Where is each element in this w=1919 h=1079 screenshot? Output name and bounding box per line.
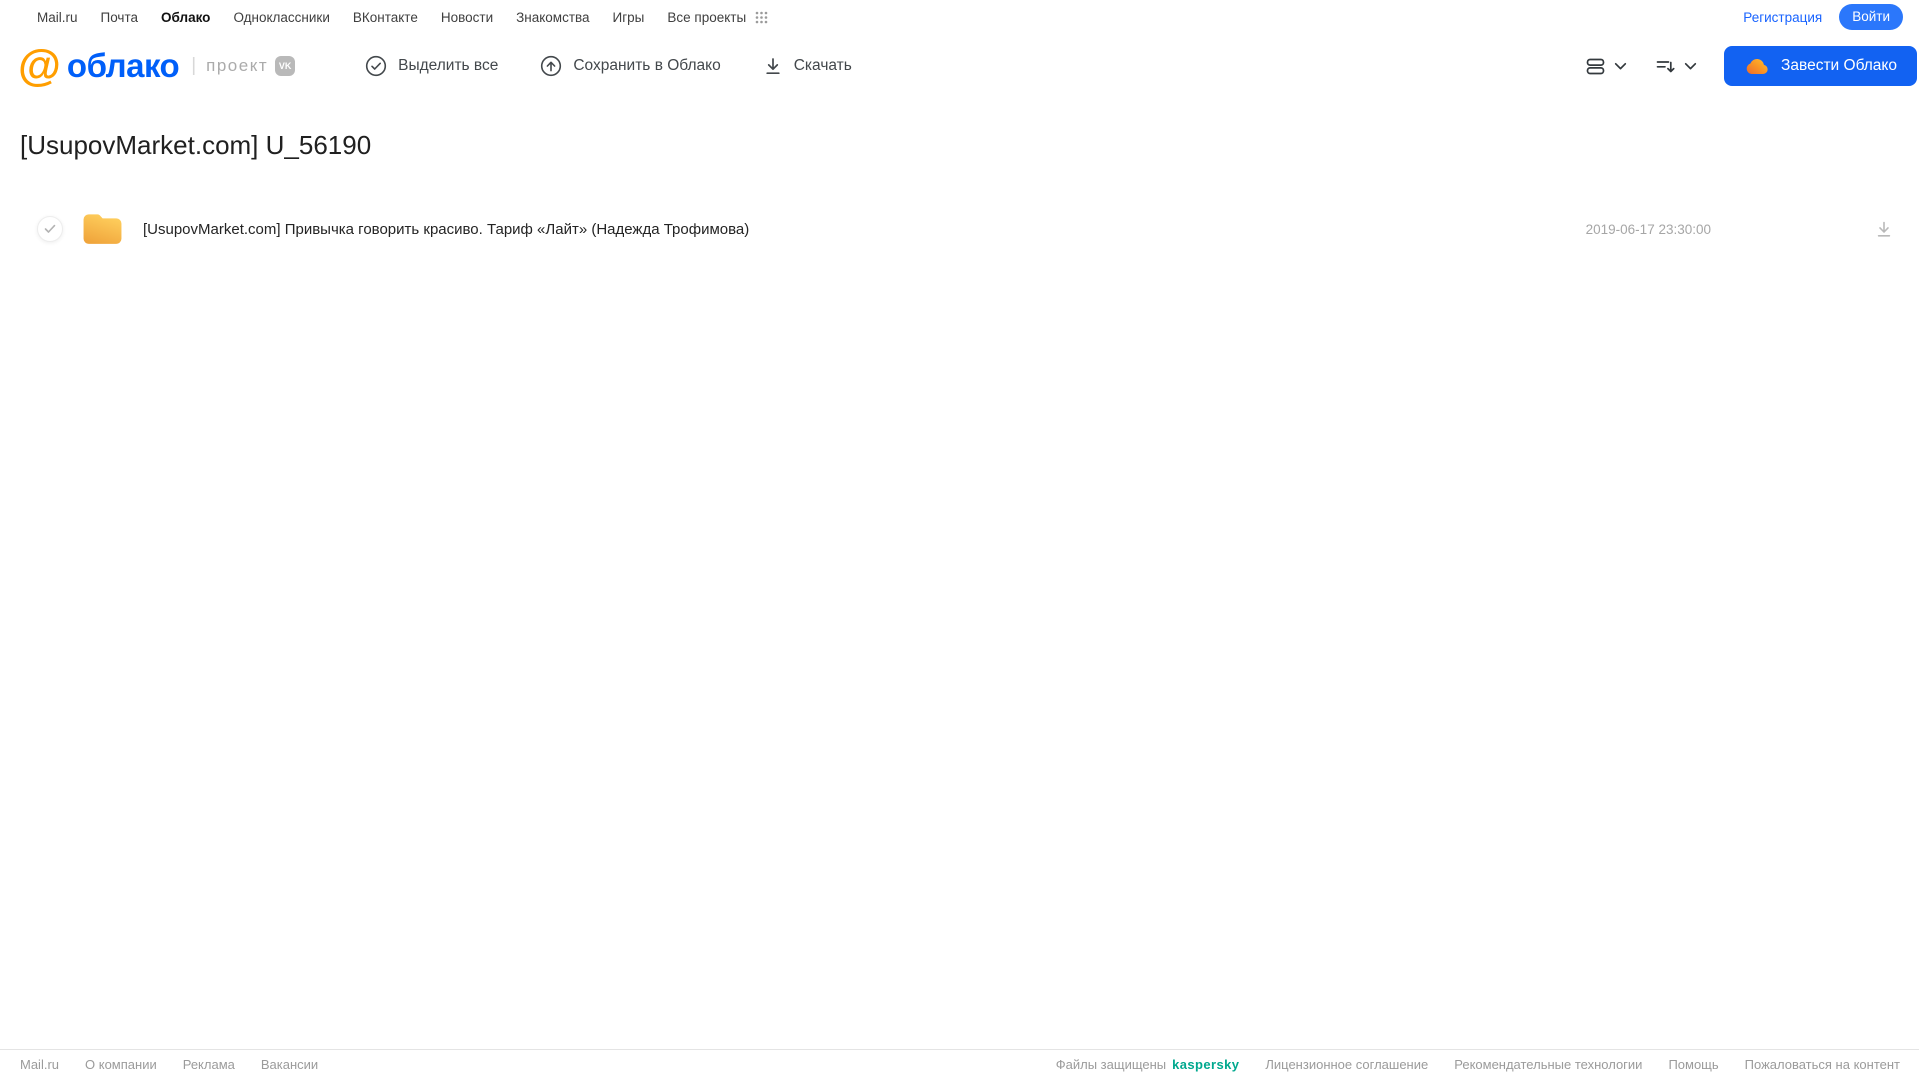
kaspersky-logo[interactable]: kaspersky (1172, 1057, 1239, 1072)
save-to-cloud-button[interactable]: Сохранить в Облако (540, 55, 721, 77)
get-cloud-button[interactable]: Завести Облако (1724, 46, 1917, 86)
rows-view-icon (1584, 55, 1607, 78)
apps-grid-icon[interactable] (755, 11, 768, 24)
sort-dropdown[interactable] (1654, 55, 1697, 78)
logo-text: облако (66, 47, 180, 84)
file-date: 2019-06-17 23:30:00 (1585, 221, 1711, 237)
topnav-links: Mail.ru Почта Облако Одноклассники ВКонт… (37, 10, 746, 25)
topnav-link-odnoklassniki[interactable]: Одноклассники (233, 10, 329, 25)
topnav-link-pochta[interactable]: Почта (101, 10, 139, 25)
topnav-link-vse-proekty[interactable]: Все проекты (667, 10, 746, 25)
sort-icon (1654, 55, 1677, 78)
footer-left-links: Mail.ru О компании Реклама Вакансии (20, 1057, 318, 1072)
download-label: Скачать (793, 57, 852, 74)
kaspersky-protection: Файлы защищены kaspersky (1056, 1057, 1240, 1072)
chevron-down-icon (1684, 62, 1697, 71)
topnav-link-oblako[interactable]: Облако (161, 10, 210, 25)
cloud-icon (1744, 56, 1770, 76)
chevron-down-icon (1614, 62, 1627, 71)
check-circle-icon (365, 55, 387, 77)
topnav-link-vkontakte[interactable]: ВКонтакте (353, 10, 418, 25)
topbar-right: Регистрация Войти (1743, 4, 1903, 30)
footer-right-links: Файлы защищены kaspersky Лицензионное со… (1056, 1057, 1900, 1072)
header-right-controls: Завести Облако (1584, 46, 1917, 86)
registration-link[interactable]: Регистрация (1743, 10, 1822, 25)
page-title: [UsupovMarket.com] U_56190 (20, 130, 372, 160)
save-to-cloud-label: Сохранить в Облако (573, 57, 721, 74)
topnav-link-mailru[interactable]: Mail.ru (37, 10, 78, 25)
folder-icon (80, 211, 125, 247)
toolbar: Выделить все Сохранить в Облако Скачать (365, 55, 852, 77)
view-mode-dropdown[interactable] (1584, 55, 1627, 78)
protected-label: Файлы защищены (1055, 1057, 1167, 1072)
download-icon (763, 56, 783, 76)
footer-link-report-content[interactable]: Пожаловаться на контент (1745, 1057, 1900, 1072)
topnav-link-znakomstva[interactable]: Знакомства (516, 10, 589, 25)
cloud-logo[interactable]: @ облако | проект VK (18, 41, 296, 90)
mailru-at-icon: @ (18, 41, 61, 90)
file-name-link[interactable]: [UsupovMarket.com] Привычка говорить кра… (143, 221, 1586, 238)
footer-link-vakansii[interactable]: Вакансии (261, 1057, 318, 1072)
cloud-upload-icon (540, 55, 562, 77)
footer-bar: Mail.ru О компании Реклама Вакансии Файл… (0, 1049, 1919, 1079)
row-download-icon[interactable] (1874, 219, 1894, 239)
vk-badge-icon: VK (275, 56, 296, 76)
select-all-label: Выделить все (398, 57, 499, 74)
footer-link-help[interactable]: Помощь (1668, 1057, 1718, 1072)
header-bar: @ облако | проект VK Выделить все Сохран… (0, 34, 1919, 98)
footer-link-o-kompanii[interactable]: О компании (85, 1057, 157, 1072)
footer-link-mailru[interactable]: Mail.ru (20, 1057, 59, 1072)
logo-divider: | (191, 55, 197, 76)
check-icon (44, 224, 56, 233)
file-row[interactable]: [UsupovMarket.com] Привычка говорить кра… (0, 207, 1919, 251)
footer-link-license[interactable]: Лицензионное соглашение (1265, 1057, 1428, 1072)
login-button[interactable]: Войти (1839, 4, 1903, 30)
get-cloud-label: Завести Облако (1781, 57, 1897, 74)
download-button[interactable]: Скачать (763, 56, 852, 76)
row-checkbox[interactable] (37, 216, 63, 242)
topnav-link-igry[interactable]: Игры (613, 10, 645, 25)
footer-link-recommendations[interactable]: Рекомендательные технологии (1454, 1057, 1642, 1072)
topnav-link-novosti[interactable]: Новости (441, 10, 493, 25)
footer-link-reklama[interactable]: Реклама (183, 1057, 235, 1072)
main-content: [UsupovMarket.com] U_56190 [UsupovMarket… (0, 130, 1919, 251)
top-nav-bar: Mail.ru Почта Облако Одноклассники ВКонт… (0, 0, 1919, 34)
project-label: проект (206, 56, 269, 75)
select-all-button[interactable]: Выделить все (365, 55, 498, 77)
